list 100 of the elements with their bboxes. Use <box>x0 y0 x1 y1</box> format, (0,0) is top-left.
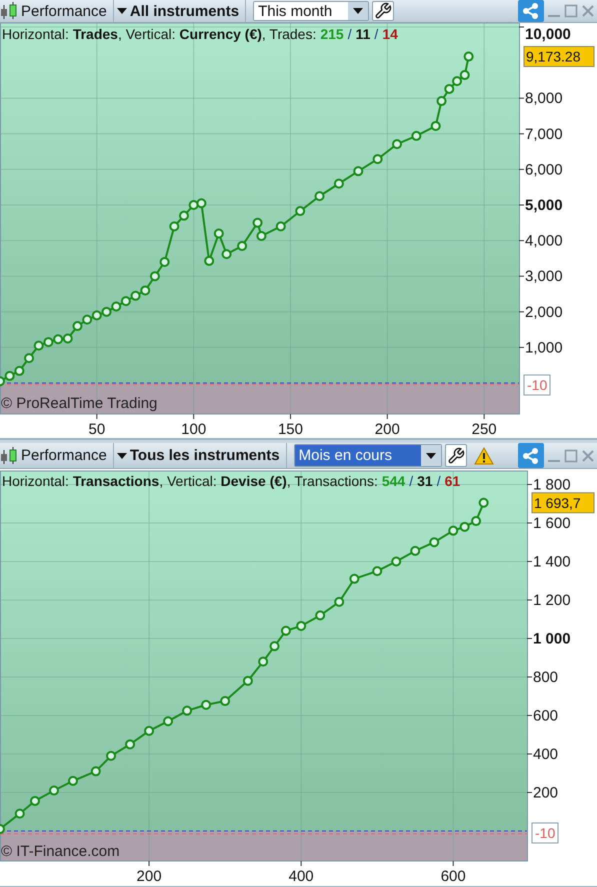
trade-marker <box>258 656 268 667</box>
trade-marker <box>196 198 206 208</box>
instruments-dropdown[interactable]: All instruments <box>116 0 246 22</box>
trade-marker <box>252 218 263 228</box>
trade-marker <box>372 154 383 164</box>
warning-icon[interactable] <box>474 446 494 464</box>
y-tick-label: 1 000 <box>533 630 571 648</box>
trade-marker <box>163 716 174 726</box>
y-tick-label: 800 <box>533 668 558 686</box>
x-tick-label: 600 <box>440 868 466 885</box>
maximize-icon[interactable] <box>564 4 578 18</box>
close-icon[interactable] <box>581 448 595 462</box>
trade-marker <box>62 334 73 344</box>
trade-marker <box>430 120 441 131</box>
y-tick-label: 400 <box>533 746 558 763</box>
trade-marker <box>464 52 474 62</box>
x-tick-label: 50 <box>88 421 106 438</box>
copyright-notice: © ProRealTime Trading <box>1 395 158 412</box>
trade-marker <box>188 200 199 210</box>
y-tick-label: 6,000 <box>525 161 563 178</box>
trade-marker <box>201 700 212 710</box>
trade-marker <box>214 228 224 238</box>
trade-count: 14 <box>382 26 398 42</box>
trade-marker <box>460 522 470 532</box>
baseline-badge: -10 <box>532 822 558 844</box>
last-value-badge: 1 693,7 <box>532 492 594 514</box>
trade-marker <box>30 796 40 806</box>
trade-marker <box>448 526 458 536</box>
y-tick-label: 1 600 <box>533 514 571 532</box>
trade-marker <box>0 824 5 834</box>
trade-marker <box>106 750 116 761</box>
caret-icon <box>116 452 127 458</box>
caret-icon <box>116 8 127 14</box>
trade-marker <box>392 139 402 150</box>
trade-marker <box>478 498 489 508</box>
trade-marker <box>237 240 248 251</box>
y-tick-label: 3,000 <box>525 268 563 286</box>
trade-count: 544 <box>382 473 406 489</box>
separator: / <box>374 26 378 42</box>
trade-count: 31 <box>417 473 433 489</box>
instruments-dropdown[interactable]: Tous les instruments <box>116 443 287 468</box>
trade-marker <box>334 178 344 189</box>
trade-marker <box>178 210 189 221</box>
period-select[interactable]: Mois en cours <box>294 444 442 467</box>
trade-marker <box>436 96 447 106</box>
x-tick-label: 400 <box>288 868 314 885</box>
x-tick-label: 200 <box>136 868 162 885</box>
y-tick-label: 1 200 <box>533 592 571 609</box>
trade-marker <box>92 310 102 320</box>
trade-marker <box>444 84 454 94</box>
trade-marker <box>14 366 24 376</box>
candlestick-icon <box>0 1 18 21</box>
x-tick-label: 250 <box>472 421 497 438</box>
share-icon[interactable] <box>518 443 544 468</box>
trade-marker <box>452 76 462 86</box>
trade-marker <box>150 271 160 282</box>
x-tick-label: 100 <box>181 421 206 438</box>
trade-marker <box>295 206 306 216</box>
trade-marker <box>315 610 326 620</box>
maximize-icon[interactable] <box>564 448 578 462</box>
y-tick-label: 8,000 <box>525 90 563 108</box>
trade-marker <box>204 256 214 266</box>
trade-marker <box>460 70 470 80</box>
trade-marker <box>220 696 230 706</box>
chart-legend: Horizontal: Transactions, Vertical: Devise (€), Transactions: <box>2 473 378 489</box>
share-icon[interactable] <box>518 0 544 22</box>
copyright-notice: © IT-Finance.com <box>1 843 120 860</box>
trade-count: 11 <box>356 26 370 42</box>
y-tick-label: 7,000 <box>525 126 563 143</box>
wrench-icon[interactable] <box>444 444 467 467</box>
trade-marker <box>140 285 150 296</box>
separator: / <box>436 473 441 489</box>
trade-marker <box>120 296 131 306</box>
trade-marker <box>314 191 325 202</box>
trade-marker <box>14 808 25 819</box>
trade-marker <box>182 706 192 716</box>
y-tick-label: 600 <box>533 707 558 724</box>
x-tick-label: 200 <box>374 421 400 438</box>
trade-marker <box>353 166 364 176</box>
trade-marker <box>410 546 420 556</box>
trade-marker <box>222 249 232 260</box>
trade-marker <box>349 574 360 584</box>
trade-marker <box>429 537 440 548</box>
performance-button[interactable]: Performance <box>0 443 114 468</box>
trade-marker <box>82 314 92 325</box>
x-tick-label: 150 <box>278 421 303 438</box>
wrench-icon[interactable] <box>372 1 394 21</box>
trade-marker <box>391 556 402 566</box>
trade-marker <box>270 641 280 652</box>
trade-marker <box>90 766 101 776</box>
trade-marker <box>144 726 154 736</box>
trade-marker <box>372 566 382 576</box>
baseline-badge: -10 <box>524 374 550 396</box>
close-icon[interactable] <box>581 4 595 18</box>
candlestick-icon <box>0 446 18 466</box>
trade-marker <box>68 776 78 786</box>
performance-button[interactable]: Performance <box>0 0 114 22</box>
period-select[interactable]: This month <box>253 1 370 21</box>
separator: / <box>409 473 414 489</box>
y-tick-label: 10,000 <box>525 26 571 43</box>
